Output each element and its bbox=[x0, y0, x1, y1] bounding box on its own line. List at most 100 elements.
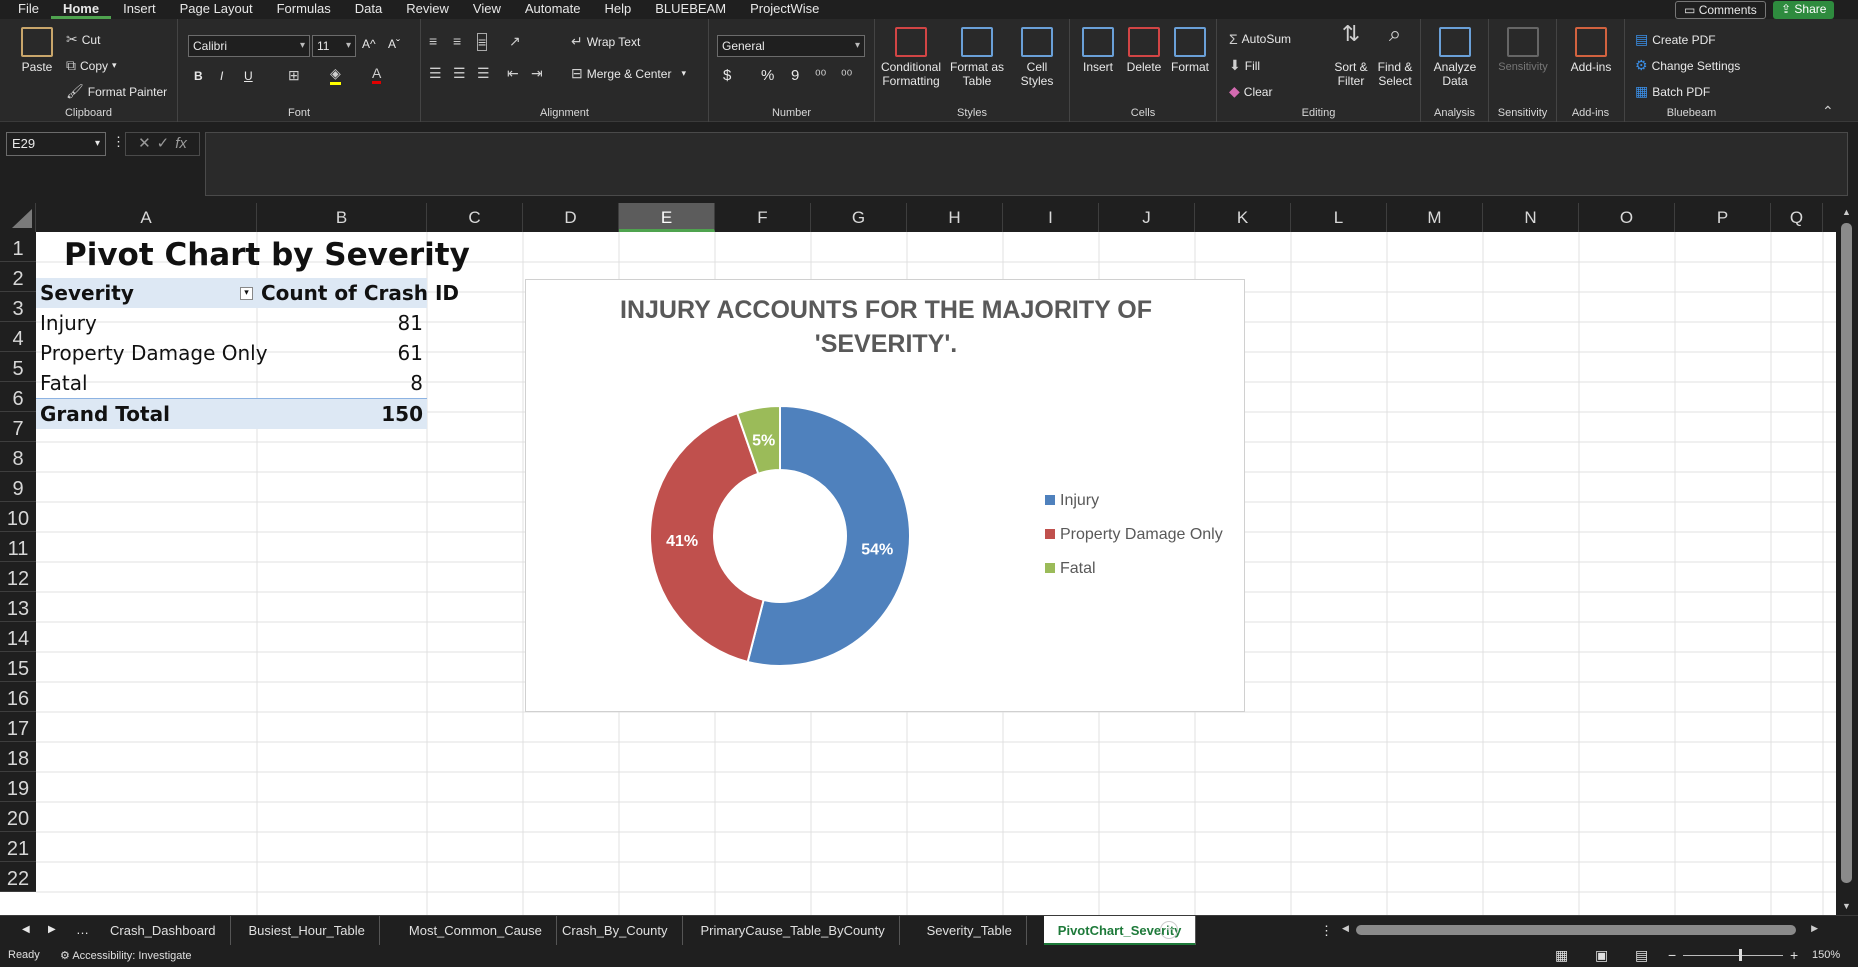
column-header-o[interactable]: O bbox=[1579, 203, 1675, 232]
align-middle-icon[interactable]: ≡ bbox=[453, 33, 461, 49]
column-header-d[interactable]: D bbox=[523, 203, 619, 232]
normal-view-icon[interactable]: ▦ bbox=[1555, 947, 1568, 964]
row-header-17[interactable]: 17 bbox=[0, 712, 36, 742]
align-center-icon[interactable]: ☰ bbox=[453, 65, 466, 82]
pivot-row-label[interactable]: Fatal bbox=[36, 368, 92, 398]
chart-title[interactable]: INJURY ACCOUNTS FOR THE MAJORITY OF bbox=[620, 296, 1152, 324]
row-header-9[interactable]: 9 bbox=[0, 472, 36, 502]
format-painter-button[interactable]: 🖌 Format Painter bbox=[66, 83, 167, 100]
column-header-l[interactable]: L bbox=[1291, 203, 1387, 232]
merge-center-button[interactable]: ⊟ Merge & Center ▾ bbox=[571, 65, 686, 82]
horizontal-scrollbar[interactable]: ◀ ▶ bbox=[1340, 922, 1820, 938]
row-header-13[interactable]: 13 bbox=[0, 592, 36, 622]
zoom-slider[interactable] bbox=[1683, 949, 1783, 961]
format-as-table-button[interactable]: Format as Table bbox=[947, 27, 1007, 88]
wrap-text-button[interactable]: ↵ Wrap Text bbox=[571, 33, 640, 50]
sensitivity-button[interactable]: Sensitivity bbox=[1495, 27, 1551, 74]
collapse-ribbon-icon[interactable]: ⌃ bbox=[1822, 103, 1834, 120]
pivot-title[interactable]: Pivot Chart by Severity bbox=[60, 235, 474, 275]
pivot-row-value[interactable]: 8 bbox=[257, 368, 427, 398]
align-bottom-icon[interactable]: ≡ bbox=[477, 33, 488, 51]
menu-tab-page-layout[interactable]: Page Layout bbox=[168, 0, 265, 19]
row-header-15[interactable]: 15 bbox=[0, 652, 36, 682]
menu-tab-automate[interactable]: Automate bbox=[513, 0, 593, 19]
scroll-up-icon[interactable]: ▲ bbox=[1842, 207, 1851, 217]
column-header-c[interactable]: C bbox=[427, 203, 523, 232]
font-size-select[interactable]: 11 ▾ bbox=[312, 35, 356, 57]
column-header-p[interactable]: P bbox=[1675, 203, 1771, 232]
batch-pdf-button[interactable]: ▦ Batch PDF bbox=[1635, 83, 1710, 100]
scroll-down-icon[interactable]: ▼ bbox=[1842, 901, 1851, 911]
menu-tab-help[interactable]: Help bbox=[593, 0, 644, 19]
row-header-16[interactable]: 16 bbox=[0, 682, 36, 712]
row-header-14[interactable]: 14 bbox=[0, 622, 36, 652]
pivot-row-label[interactable]: Property Damage Only bbox=[36, 338, 272, 368]
row-header-6[interactable]: 6 bbox=[0, 382, 36, 412]
grow-font-button[interactable]: A^ bbox=[362, 37, 376, 51]
cancel-icon[interactable]: ✕ bbox=[138, 135, 157, 152]
clear-button[interactable]: ◆ Clear bbox=[1229, 83, 1272, 100]
sheet-tab-primarycause-table-bycounty[interactable]: PrimaryCause_Table_ByCounty bbox=[687, 916, 900, 946]
vertical-scrollbar[interactable]: ▲ ▼ bbox=[1836, 203, 1858, 915]
pivot-header-count[interactable]: Count of Crash ID bbox=[257, 278, 459, 308]
number-format-select[interactable]: General ▾ bbox=[717, 35, 865, 57]
menu-tab-home[interactable]: Home bbox=[50, 0, 112, 19]
legend-entry[interactable]: Fatal bbox=[1060, 560, 1096, 577]
italic-button[interactable]: I bbox=[220, 69, 223, 83]
pivot-row-value[interactable]: 61 bbox=[257, 338, 427, 368]
borders-button[interactable]: ⊞ bbox=[288, 67, 300, 84]
indent-increase-icon[interactable]: ⇥ bbox=[531, 65, 543, 82]
column-header-f[interactable]: F bbox=[715, 203, 811, 232]
row-header-10[interactable]: 10 bbox=[0, 502, 36, 532]
bold-button[interactable]: B bbox=[194, 69, 203, 83]
row-header-20[interactable]: 20 bbox=[0, 802, 36, 832]
tab-scroll-left-icon[interactable]: ◀ bbox=[22, 924, 30, 935]
indent-decrease-icon[interactable]: ⇤ bbox=[507, 65, 519, 82]
autosum-button[interactable]: Σ AutoSum bbox=[1229, 31, 1291, 47]
select-all-corner[interactable] bbox=[0, 203, 36, 232]
row-header-11[interactable]: 11 bbox=[0, 532, 36, 562]
row-header-2[interactable]: 2 bbox=[0, 262, 36, 292]
zoom-in-icon[interactable]: + bbox=[1790, 947, 1798, 963]
hscroll-thumb[interactable] bbox=[1356, 925, 1796, 935]
menu-tab-view[interactable]: View bbox=[461, 0, 513, 19]
find-select-button[interactable]: ⌕ Find & Select bbox=[1373, 23, 1417, 89]
decrease-decimal-icon[interactable]: ⁰⁰ bbox=[841, 67, 852, 84]
share-button[interactable]: ⇪ Share bbox=[1773, 1, 1835, 19]
row-header-18[interactable]: 18 bbox=[0, 742, 36, 772]
menu-tab-data[interactable]: Data bbox=[343, 0, 394, 19]
column-header-a[interactable]: A bbox=[36, 203, 257, 232]
format-cells-button[interactable]: Format bbox=[1168, 27, 1212, 74]
column-header-m[interactable]: M bbox=[1387, 203, 1483, 232]
zoom-level[interactable]: 150% bbox=[1812, 949, 1840, 961]
font-name-select[interactable]: Calibri ▾ bbox=[188, 35, 310, 57]
align-left-icon[interactable]: ☰ bbox=[429, 65, 442, 82]
row-header-4[interactable]: 4 bbox=[0, 322, 36, 352]
tab-more-icon[interactable]: … bbox=[76, 922, 89, 937]
row-header-1[interactable]: 1 bbox=[0, 232, 36, 262]
row-header-19[interactable]: 19 bbox=[0, 772, 36, 802]
filter-dropdown-icon[interactable]: ▾ bbox=[240, 287, 253, 300]
row-header-3[interactable]: 3 bbox=[0, 292, 36, 322]
align-right-icon[interactable]: ☰ bbox=[477, 65, 490, 82]
chart-title[interactable]: 'SEVERITY'. bbox=[815, 330, 957, 358]
hscroll-right-icon[interactable]: ▶ bbox=[1811, 923, 1818, 934]
insert-function-button[interactable]: fx bbox=[175, 135, 187, 152]
pivot-header-severity[interactable]: Severity ▾ bbox=[36, 278, 257, 308]
sheet-tab-busiest-hour-table[interactable]: Busiest_Hour_Table bbox=[235, 916, 380, 946]
menu-tab-file[interactable]: File bbox=[0, 0, 51, 19]
column-header-h[interactable]: H bbox=[907, 203, 1003, 232]
menu-tab-review[interactable]: Review bbox=[394, 0, 461, 19]
font-color-button[interactable]: A bbox=[372, 65, 382, 84]
column-header-j[interactable]: J bbox=[1099, 203, 1195, 232]
align-top-icon[interactable]: ≡ bbox=[429, 33, 437, 49]
page-layout-view-icon[interactable]: ▣ bbox=[1595, 947, 1608, 964]
fill-button[interactable]: ⬇ Fill bbox=[1229, 57, 1260, 74]
row-header-5[interactable]: 5 bbox=[0, 352, 36, 382]
tab-scroll-right-icon[interactable]: ▶ bbox=[48, 924, 56, 935]
delete-cells-button[interactable]: Delete bbox=[1122, 27, 1166, 74]
conditional-formatting-button[interactable]: Conditional Formatting bbox=[879, 27, 943, 88]
row-header-21[interactable]: 21 bbox=[0, 832, 36, 862]
pivot-total-label[interactable]: Grand Total bbox=[36, 398, 257, 429]
row-header-7[interactable]: 7 bbox=[0, 412, 36, 442]
